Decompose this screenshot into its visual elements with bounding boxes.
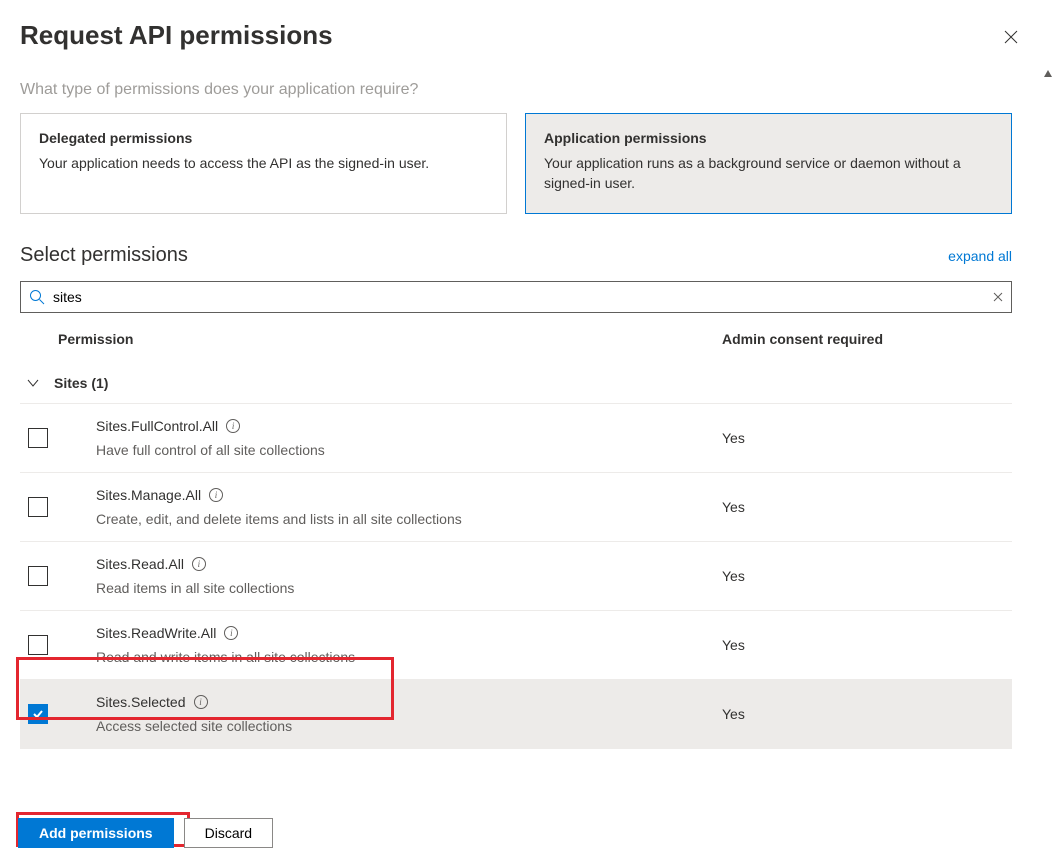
permission-name: Sites.FullControl.All i: [96, 418, 240, 434]
chevron-down-icon: [26, 376, 40, 390]
consent-required: Yes: [722, 499, 1012, 515]
scrollbar-arrow-icon[interactable]: [1044, 70, 1052, 82]
permission-checkbox[interactable]: [28, 566, 48, 586]
consent-required: Yes: [722, 637, 1012, 653]
search-box[interactable]: [20, 281, 1012, 313]
permission-name: Sites.ReadWrite.All i: [96, 625, 238, 641]
permission-row: Sites.Selected i Access selected site col…: [20, 680, 1012, 749]
info-icon[interactable]: i: [226, 419, 240, 433]
table-header: Permission Admin consent required: [20, 321, 1012, 355]
permission-name: Sites.Manage.All i: [96, 487, 223, 503]
permission-checkbox[interactable]: [28, 428, 48, 448]
permission-name: Sites.Read.All i: [96, 556, 206, 572]
search-input[interactable]: [51, 282, 981, 312]
permission-description: Access selected site collections: [96, 718, 722, 734]
info-icon[interactable]: i: [194, 695, 208, 709]
permission-row: Sites.ReadWrite.All i Read and write item…: [20, 611, 1012, 680]
info-icon[interactable]: i: [209, 488, 223, 502]
close-icon[interactable]: [1000, 24, 1022, 53]
delegated-title: Delegated permissions: [39, 130, 488, 146]
delegated-desc: Your application needs to access the API…: [39, 154, 488, 174]
permission-description: Read and write items in all site collect…: [96, 649, 722, 665]
consent-required: Yes: [722, 430, 1012, 446]
permission-row: Sites.Manage.All i Create, edit, and dele…: [20, 473, 1012, 542]
add-permissions-button[interactable]: Add permissions: [18, 818, 174, 848]
application-title: Application permissions: [544, 130, 993, 146]
application-permissions-card[interactable]: Application permissions Your application…: [525, 113, 1012, 214]
permission-checkbox[interactable]: [28, 497, 48, 517]
page-title: Request API permissions: [20, 20, 333, 51]
permission-description: Have full control of all site collection…: [96, 442, 722, 458]
consent-required: Yes: [722, 706, 1012, 722]
delegated-permissions-card[interactable]: Delegated permissions Your application n…: [20, 113, 507, 214]
expand-all-link[interactable]: expand all: [948, 248, 1012, 264]
permission-description: Create, edit, and delete items and lists…: [96, 511, 722, 527]
permission-type-question: What type of permissions does your appli…: [20, 81, 1012, 99]
permission-checkbox[interactable]: [28, 704, 48, 724]
permission-row: Sites.FullControl.All i Have full control…: [20, 404, 1012, 473]
permission-checkbox[interactable]: [28, 635, 48, 655]
info-icon[interactable]: i: [192, 557, 206, 571]
select-permissions-label: Select permissions: [20, 244, 188, 267]
group-label: Sites (1): [54, 375, 108, 391]
consent-required: Yes: [722, 568, 1012, 584]
column-consent: Admin consent required: [722, 331, 1012, 347]
group-sites[interactable]: Sites (1): [20, 355, 1012, 404]
column-permission: Permission: [58, 331, 722, 347]
permission-name: Sites.Selected i: [96, 694, 208, 710]
application-desc: Your application runs as a background se…: [544, 154, 993, 193]
info-icon[interactable]: i: [224, 626, 238, 640]
permission-row: Sites.Read.All i Read items in all site c…: [20, 542, 1012, 611]
discard-button[interactable]: Discard: [184, 818, 273, 848]
clear-search-icon[interactable]: [993, 289, 1003, 305]
search-icon: [29, 289, 45, 305]
permission-description: Read items in all site collections: [96, 580, 722, 596]
